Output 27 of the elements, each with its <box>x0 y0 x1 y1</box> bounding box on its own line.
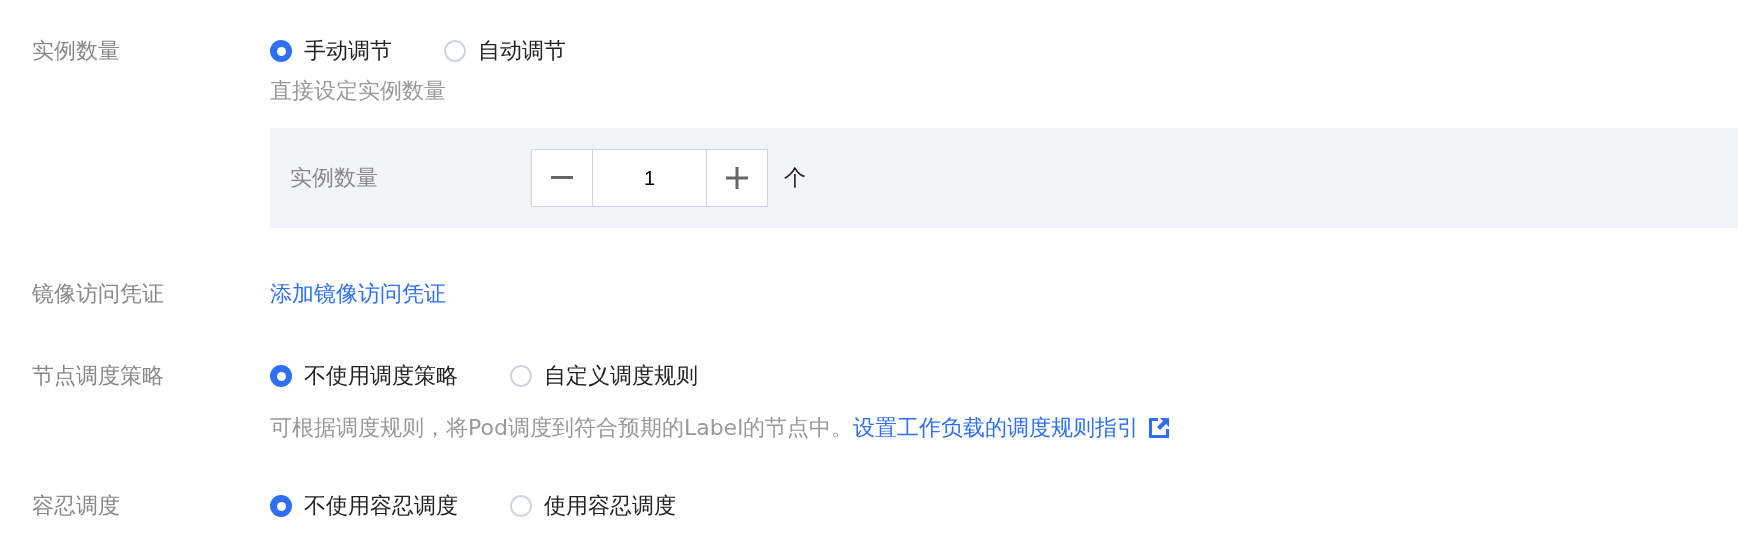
radio-option[interactable]: 自定义调度规则 <box>510 360 698 392</box>
help-text: 直接设定实例数量 <box>270 79 447 103</box>
radio-button[interactable] <box>270 365 292 387</box>
help-text: 可根据调度规则，将Pod调度到符合预期的Label的节点中。设置工作负载的调度规则指引 <box>270 416 1738 440</box>
field-label: 节点调度策略 <box>32 362 165 390</box>
radio-option[interactable]: 使用容忍调度 <box>510 490 676 522</box>
radio-option[interactable]: 不使用容忍调度 <box>270 490 458 522</box>
external-link-icon <box>1149 418 1170 438</box>
radio-option[interactable]: 自动调节 <box>444 35 566 67</box>
radio-button[interactable] <box>270 495 292 517</box>
radio-button[interactable] <box>510 365 532 387</box>
radio-option[interactable]: 手动调节 <box>270 35 392 67</box>
plus-icon <box>726 167 748 189</box>
field-label: 实例数量 <box>290 164 379 192</box>
field-label: 镜像访问凭证 <box>32 280 165 308</box>
guide-link[interactable]: 设置工作负载的调度规则指引 <box>853 416 1170 440</box>
radio-button[interactable] <box>444 40 466 62</box>
radio-button[interactable] <box>510 495 532 517</box>
increment-button[interactable] <box>706 149 768 207</box>
field-label: 容忍调度 <box>32 492 121 520</box>
unit-label: 个 <box>784 164 806 192</box>
radio-option[interactable]: 不使用调度策略 <box>270 360 458 392</box>
field-label: 实例数量 <box>32 37 121 65</box>
add-credential-link[interactable]: 添加镜像访问凭证 <box>270 278 446 310</box>
radio-button[interactable] <box>270 40 292 62</box>
quantity-input[interactable]: 1 <box>593 149 706 207</box>
minus-icon <box>551 176 573 180</box>
